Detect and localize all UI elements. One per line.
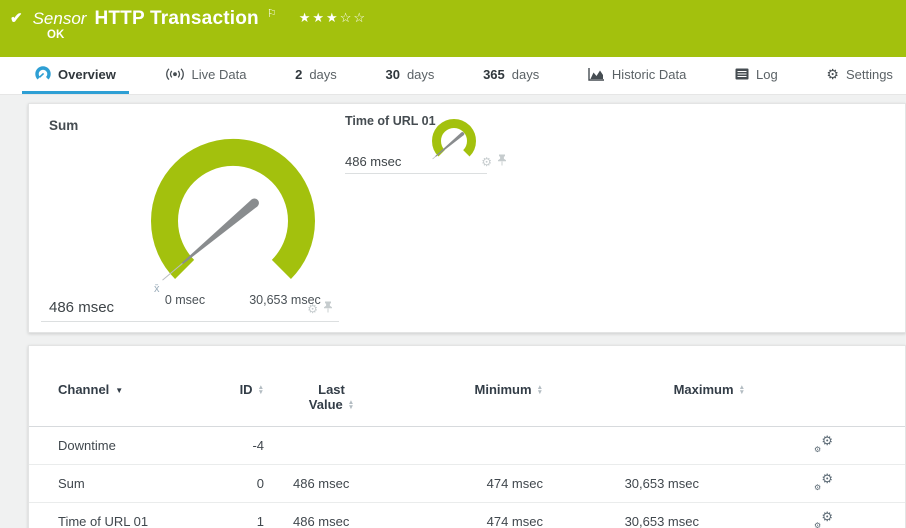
tab-label: Log [756,67,778,82]
cell-channel: Sum [29,465,204,503]
column-header-maximum[interactable]: Maximum▲▼ [549,382,749,427]
gauge-icon [35,66,51,82]
gauges-panel: Sum x̄ 0 msec 30,653 msec 486 msec ⚙ [28,103,906,333]
tab-settings[interactable]: ⚙ Settings [813,57,906,94]
sensor-header: ✔ Sensor HTTP Transaction ⚐ ★★★☆☆ OK [0,0,906,57]
cell-maximum: 30,653 msec [549,465,749,503]
tab-label: Historic Data [612,67,686,82]
tab-365-days[interactable]: 365 days [470,57,552,94]
cell-channel: Time of URL 01 [29,503,204,528]
gear-icon: ⚙ [826,67,839,81]
tab-label: days [407,67,434,82]
table-row-downtime: Downtime -4 ⚙⚙ [29,427,905,465]
log-list-icon [735,68,749,80]
sort-desc-icon[interactable]: ▼ [115,386,123,395]
sort-icon[interactable]: ▲▼ [537,386,543,395]
page-title: HTTP Transaction [94,8,258,30]
sum-gauge: x̄ [123,116,343,296]
table-row-sum: Sum 0 486 msec 474 msec 30,653 msec ⚙⚙ [29,465,905,503]
column-header-id[interactable]: ID▲▼ [204,382,264,427]
object-kind-label: Sensor [33,9,87,29]
sort-icon[interactable]: ▲▼ [258,386,264,395]
cell-id: -4 [204,427,264,465]
channel-name-label: Time of URL 01 [345,114,436,128]
cell-id: 0 [204,465,264,503]
cell-channel: Downtime [29,427,204,465]
sensor-page: ✔ Sensor HTTP Transaction ⚐ ★★★☆☆ OK Ove… [0,0,906,528]
gauge-tile-url01: Time of URL 01 486 msec ⚙ [345,112,487,174]
status-check-icon: ✔ [10,9,23,27]
gauge-min-label: 0 msec [145,293,225,307]
sort-icon[interactable]: ▲▼ [348,401,354,410]
tab-label: days [512,67,539,82]
channels-panel: Channel▼ ID▲▼ Last Value▲▼ Minimum▲▼ Max… [28,345,906,528]
stars-empty[interactable]: ☆☆ [340,10,367,25]
stars-filled[interactable]: ★★★ [299,10,340,25]
cell-maximum [549,427,749,465]
gauge-settings-gear-icon[interactable]: ⚙ [481,156,492,168]
cell-minimum [399,427,549,465]
tab-label: Settings [846,67,893,82]
last-value: 486 msec [345,154,401,169]
channels-table: Channel▼ ID▲▼ Last Value▲▼ Minimum▲▼ Max… [29,382,905,528]
pin-icon[interactable] [323,300,333,318]
cell-minimum: 474 msec [399,465,549,503]
sort-icon[interactable]: ▲▼ [739,386,745,395]
tab-live-data[interactable]: Live Data [152,57,260,94]
table-row-time-of-url-01: Time of URL 01 1 486 msec 474 msec 30,65… [29,503,905,528]
table-header-row: Channel▼ ID▲▼ Last Value▲▼ Minimum▲▼ Max… [29,382,905,427]
status-badge: OK [47,29,64,41]
tab-log[interactable]: Log [722,57,791,94]
chart-icon [588,68,605,81]
tab-number: 2 [295,67,302,82]
channel-settings-icon[interactable]: ⚙⚙ [814,474,833,490]
url01-gauge [424,112,486,172]
tab-label: Overview [58,67,116,82]
column-header-channel[interactable]: Channel▼ [29,382,204,427]
tab-bar: Overview Live Data 2 days 30 days 365 da… [0,57,906,95]
channel-settings-icon[interactable]: ⚙⚙ [814,436,833,452]
tab-30-days[interactable]: 30 days [372,57,447,94]
tab-historic-data[interactable]: Historic Data [575,57,699,94]
channel-name-label: Sum [49,118,78,133]
column-header-minimum[interactable]: Minimum▲▼ [399,382,549,427]
gauge-tile-sum: Sum x̄ 0 msec 30,653 msec 486 msec ⚙ [41,110,339,322]
column-header-last-value[interactable]: Last Value▲▼ [264,382,399,427]
tab-label: Live Data [192,67,247,82]
tab-2-days[interactable]: 2 days [282,57,350,94]
tab-number: 365 [483,67,505,82]
priority-stars[interactable]: ★★★☆☆ [299,10,367,26]
channel-settings-icon[interactable]: ⚙⚙ [814,512,833,528]
cell-id: 1 [204,503,264,528]
tab-number: 30 [385,67,399,82]
cell-last-value [264,427,399,465]
tab-overview[interactable]: Overview [22,57,129,94]
cell-last-value: 486 msec [264,465,399,503]
cell-last-value: 486 msec [264,503,399,528]
cell-minimum: 474 msec [399,503,549,528]
tab-label: days [309,67,336,82]
priority-flag-icon[interactable]: ⚐ [267,7,277,20]
gauge-settings-gear-icon[interactable]: ⚙ [307,303,318,315]
pin-icon[interactable] [497,153,507,171]
last-value: 486 msec [49,299,114,316]
cell-maximum: 30,653 msec [549,503,749,528]
live-signal-icon [165,67,185,81]
